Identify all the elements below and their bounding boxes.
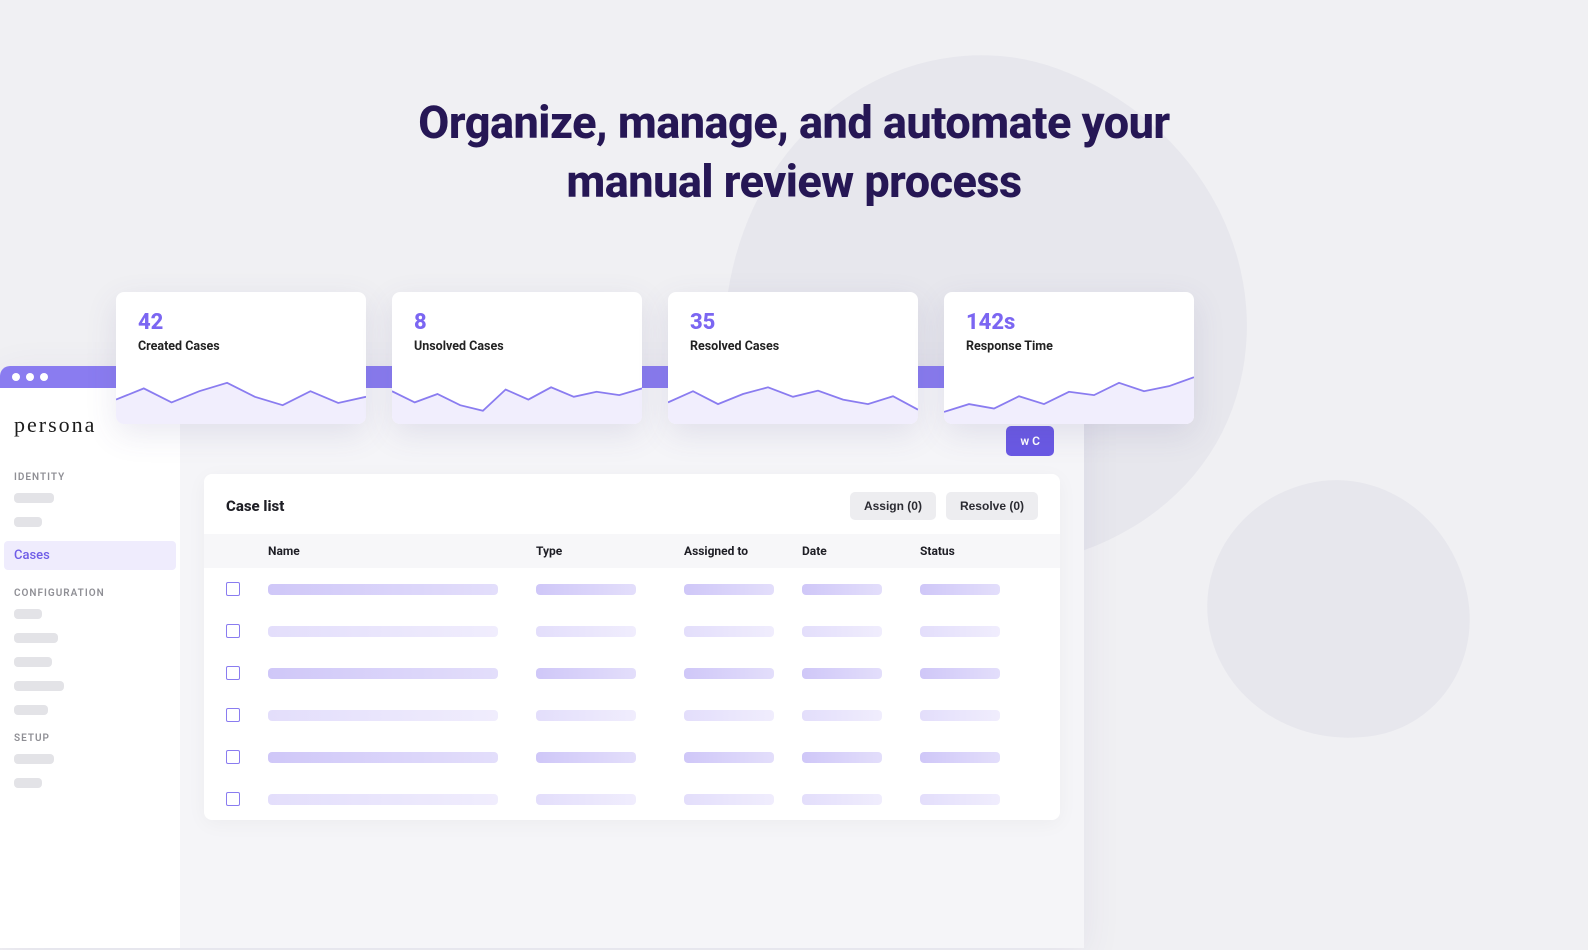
hero-headline-line1: Organize, manage, and automate your: [418, 96, 1169, 149]
stat-label: Response Time: [944, 335, 1194, 354]
nav-section-setup: SETUP: [14, 733, 166, 744]
cell-type-placeholder: [536, 668, 636, 679]
stat-value: 142s: [944, 310, 1194, 335]
cell-type-placeholder: [536, 752, 636, 763]
cell-date-placeholder: [802, 668, 882, 679]
row-checkbox[interactable]: [226, 750, 240, 764]
stats-strip: 42 Created Cases 8 Unsolved Cases 35 Res…: [116, 292, 1194, 424]
cell-assigned-placeholder: [684, 668, 774, 679]
cell-date-placeholder: [802, 626, 882, 637]
sparkline-chart: [668, 362, 918, 424]
stat-value: 42: [116, 310, 366, 335]
col-header-assigned[interactable]: Assigned to: [684, 544, 784, 558]
stat-card: 142s Response Time: [944, 292, 1194, 424]
cell-type-placeholder: [536, 710, 636, 721]
table-row[interactable]: [204, 694, 1060, 736]
row-checkbox[interactable]: [226, 792, 240, 806]
resolve-button[interactable]: Resolve (0): [946, 492, 1038, 520]
stat-value: 8: [392, 310, 642, 335]
col-header-type[interactable]: Type: [536, 544, 666, 558]
row-checkbox[interactable]: [226, 624, 240, 638]
nav-item-placeholder[interactable]: [14, 633, 58, 643]
window-control-dot[interactable]: [26, 373, 34, 381]
nav-item-placeholder[interactable]: [14, 754, 54, 764]
table-row[interactable]: [204, 610, 1060, 652]
cell-assigned-placeholder: [684, 752, 774, 763]
cell-date-placeholder: [802, 584, 882, 595]
nav-section-configuration: CONFIGURATION: [14, 588, 166, 599]
case-list-header: Case list Assign (0) Resolve (0): [204, 492, 1060, 534]
nav-item-placeholder[interactable]: [14, 657, 52, 667]
sidebar: persona IDENTITY Cases CONFIGURATION SET…: [0, 388, 180, 948]
table-row[interactable]: [204, 736, 1060, 778]
cell-status-placeholder: [920, 668, 1000, 679]
sidebar-item-cases[interactable]: Cases: [4, 541, 176, 570]
col-header-name[interactable]: Name: [268, 544, 518, 558]
main-area: w C Case list Assign (0) Resolve (0) Nam…: [180, 388, 1084, 948]
cell-assigned-placeholder: [684, 794, 774, 805]
sparkline-chart: [944, 362, 1194, 424]
cell-date-placeholder: [802, 794, 882, 805]
row-checkbox[interactable]: [226, 666, 240, 680]
case-table: Name Type Assigned to Date Status: [204, 534, 1060, 820]
case-list-card: Case list Assign (0) Resolve (0) Name Ty…: [204, 474, 1060, 820]
cell-name-placeholder: [268, 710, 498, 721]
col-header-status[interactable]: Status: [920, 544, 1020, 558]
browser-window: persona IDENTITY Cases CONFIGURATION SET…: [0, 366, 1084, 948]
cell-status-placeholder: [920, 752, 1000, 763]
cell-type-placeholder: [536, 794, 636, 805]
nav-item-placeholder[interactable]: [14, 493, 54, 503]
cell-name-placeholder: [268, 584, 498, 595]
browser-body: persona IDENTITY Cases CONFIGURATION SET…: [0, 388, 1084, 948]
nav-item-placeholder[interactable]: [14, 705, 48, 715]
cell-name-placeholder: [268, 668, 498, 679]
cell-name-placeholder: [268, 794, 498, 805]
case-list-title: Case list: [226, 497, 284, 515]
background-blob: [1187, 459, 1488, 760]
row-checkbox[interactable]: [226, 582, 240, 596]
stat-card: 42 Created Cases: [116, 292, 366, 424]
cell-assigned-placeholder: [684, 710, 774, 721]
nav-item-placeholder[interactable]: [14, 517, 42, 527]
nav-section-identity: IDENTITY: [14, 472, 166, 483]
stat-value: 35: [668, 310, 918, 335]
stat-label: Unsolved Cases: [392, 335, 642, 354]
col-header-date[interactable]: Date: [802, 544, 902, 558]
cell-name-placeholder: [268, 752, 498, 763]
stat-label: Created Cases: [116, 335, 366, 354]
cell-status-placeholder: [920, 584, 1000, 595]
cell-status-placeholder: [920, 710, 1000, 721]
sparkline-chart: [392, 362, 642, 424]
case-table-head: Name Type Assigned to Date Status: [204, 534, 1060, 568]
nav-item-placeholder[interactable]: [14, 778, 42, 788]
stat-card: 35 Resolved Cases: [668, 292, 918, 424]
case-list-actions: Assign (0) Resolve (0): [850, 492, 1038, 520]
window-control-dot[interactable]: [12, 373, 20, 381]
row-checkbox[interactable]: [226, 708, 240, 722]
cell-status-placeholder: [920, 794, 1000, 805]
new-case-button[interactable]: w C: [1006, 426, 1054, 456]
table-row[interactable]: [204, 652, 1060, 694]
cell-assigned-placeholder: [684, 584, 774, 595]
cell-date-placeholder: [802, 710, 882, 721]
stat-card: 8 Unsolved Cases: [392, 292, 642, 424]
cell-assigned-placeholder: [684, 626, 774, 637]
window-control-dot[interactable]: [40, 373, 48, 381]
hero-headline: Organize, manage, and automate your manu…: [0, 94, 1588, 211]
sparkline-chart: [116, 362, 366, 424]
table-row[interactable]: [204, 568, 1060, 610]
assign-button[interactable]: Assign (0): [850, 492, 936, 520]
stat-label: Resolved Cases: [668, 335, 918, 354]
cell-status-placeholder: [920, 626, 1000, 637]
hero-headline-line2: manual review process: [566, 155, 1021, 208]
table-row[interactable]: [204, 778, 1060, 820]
cell-type-placeholder: [536, 626, 636, 637]
cell-date-placeholder: [802, 752, 882, 763]
nav-item-placeholder[interactable]: [14, 681, 64, 691]
nav-item-placeholder[interactable]: [14, 609, 42, 619]
cell-type-placeholder: [536, 584, 636, 595]
cell-name-placeholder: [268, 626, 498, 637]
